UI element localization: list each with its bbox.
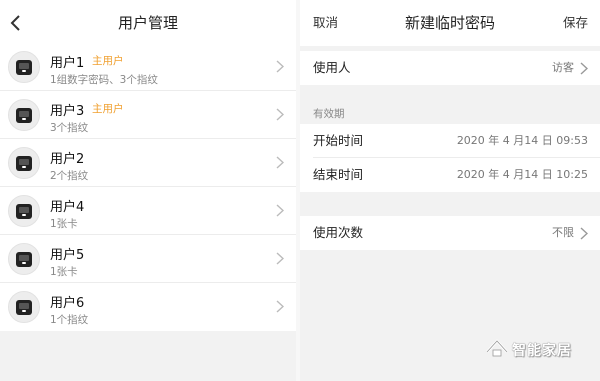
lock-avatar-icon: [8, 99, 40, 131]
user-credentials: 2个指纹: [50, 170, 89, 182]
user-row-1[interactable]: 用户1 主用户 1组数字密码、3个指纹: [0, 43, 296, 91]
watermark-logo-icon: [486, 339, 508, 357]
usage-count-row[interactable]: 使用次数 不限: [300, 216, 600, 250]
chevron-right-icon: [276, 108, 284, 121]
new-temp-password-screen: 取消 新建临时密码 保存 使用人 访客 有效期 开始时间 2020 年 4 月1…: [300, 0, 600, 381]
primary-user-badge: 主用户: [92, 55, 124, 67]
primary-user-badge: 主用户: [92, 103, 124, 115]
lock-avatar-icon: [8, 195, 40, 227]
user-row-5[interactable]: 用户5 1张卡: [0, 235, 296, 283]
user-credentials: 1组数字密码、3个指纹: [50, 74, 158, 86]
user-management-screen: 用户管理 用户1 主用户 1组数字密码、3个指纹 用户3 主用户 3个指纹 用户…: [0, 0, 296, 381]
end-time-row[interactable]: 结束时间 2020 年 4 月14 日 10:25: [300, 158, 600, 192]
start-time-label: 开始时间: [313, 133, 364, 148]
watermark-text: 智能家居: [512, 343, 572, 359]
lock-avatar-icon: [8, 51, 40, 83]
user-credentials: 3个指纹: [50, 122, 89, 134]
user-label: 使用人: [313, 60, 351, 75]
user-name: 用户5: [50, 248, 85, 263]
start-time-row[interactable]: 开始时间 2020 年 4 月14 日 09:53: [300, 124, 600, 158]
user-name: 用户6: [50, 296, 85, 311]
user-name: 用户2: [50, 152, 85, 167]
chevron-right-icon: [580, 62, 588, 75]
chevron-right-icon: [276, 156, 284, 169]
chevron-right-icon: [276, 60, 284, 73]
end-time-label: 结束时间: [313, 167, 364, 182]
lock-avatar-icon: [8, 291, 40, 323]
user-value: 访客: [552, 61, 574, 74]
user-list: 用户1 主用户 1组数字密码、3个指纹 用户3 主用户 3个指纹 用户2 2个指…: [0, 43, 296, 331]
user-name: 用户1: [50, 56, 85, 71]
chevron-right-icon: [276, 252, 284, 265]
end-time-value: 2020 年 4 月14 日 10:25: [456, 168, 588, 181]
user-credentials: 1张卡: [50, 218, 78, 230]
page-title: 用户管理: [117, 14, 178, 32]
save-button[interactable]: 保存: [563, 0, 588, 46]
user-credentials: 1个指纹: [50, 314, 89, 326]
user-name: 用户3: [50, 104, 85, 119]
user-row-6[interactable]: 用户6 1个指纹: [0, 283, 296, 331]
user-name: 用户4: [50, 200, 85, 215]
user-management-header: 用户管理: [0, 0, 296, 46]
new-temp-password-header: 取消 新建临时密码 保存: [300, 0, 600, 46]
chevron-right-icon: [276, 300, 284, 313]
user-row-4[interactable]: 用户4 1张卡: [0, 187, 296, 235]
chevron-right-icon: [580, 227, 588, 240]
usage-count-value: 不限: [552, 226, 574, 239]
validity-section-header: 有效期: [313, 108, 345, 120]
usage-count-label: 使用次数: [313, 225, 364, 240]
start-time-value: 2020 年 4 月14 日 09:53: [456, 134, 588, 147]
chevron-right-icon: [276, 204, 284, 217]
lock-avatar-icon: [8, 243, 40, 275]
user-select-row[interactable]: 使用人 访客: [300, 51, 600, 85]
lock-avatar-icon: [8, 147, 40, 179]
page-title: 新建临时密码: [404, 14, 495, 32]
user-row-3[interactable]: 用户3 主用户 3个指纹: [0, 91, 296, 139]
user-row-2[interactable]: 用户2 2个指纹: [0, 139, 296, 187]
watermark: 智能家居: [484, 332, 594, 366]
user-credentials: 1张卡: [50, 266, 78, 278]
